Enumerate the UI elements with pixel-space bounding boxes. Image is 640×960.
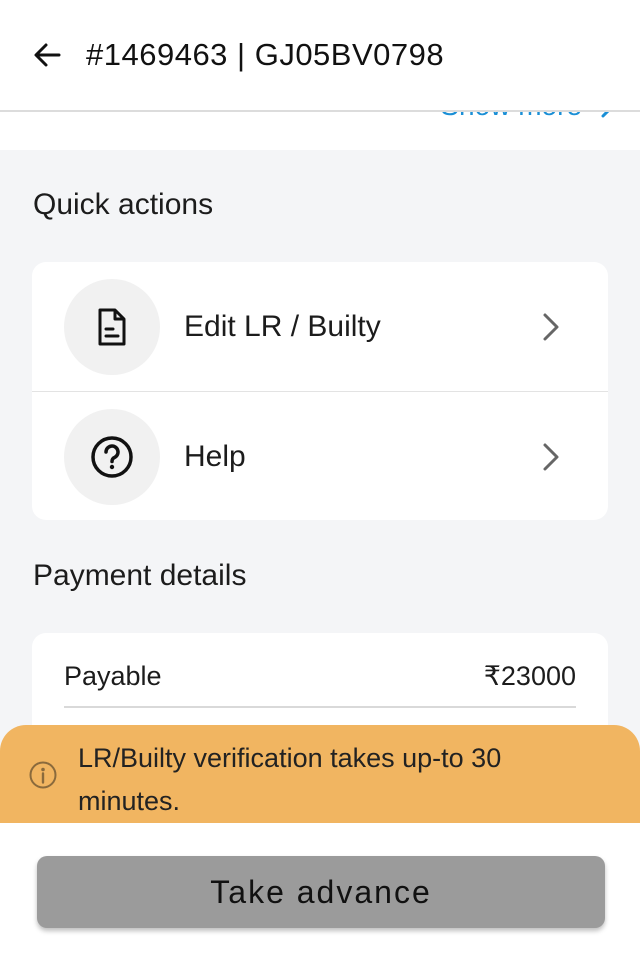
document-icon	[64, 278, 160, 375]
help-action[interactable]: Help	[32, 391, 608, 521]
divider	[64, 706, 576, 708]
show-more-label: Show more	[440, 112, 582, 122]
info-icon	[29, 761, 57, 789]
page-title: #1469463 | GJ05BV0798	[86, 37, 445, 72]
chevron-right-icon	[536, 442, 566, 472]
take-advance-button[interactable]: Take advance	[37, 856, 605, 928]
payable-amount: ₹23000	[483, 661, 576, 691]
quick-actions-title: Quick actions	[33, 188, 214, 221]
trip-details-card-bottom: Show more	[0, 112, 640, 150]
payable-row: Payable ₹23000	[64, 661, 576, 692]
chevron-right-icon	[536, 312, 566, 342]
edit-lr-builty-action[interactable]: Edit LR / Builty	[32, 262, 608, 391]
help-circle-icon	[64, 408, 160, 505]
payable-label: Payable	[64, 661, 162, 691]
show-more-link[interactable]: Show more	[440, 112, 616, 122]
notice-message: LR/Builty verification takes up-to 30 mi…	[78, 743, 502, 816]
bottom-action-bar: Take advance	[0, 823, 640, 960]
chevron-right-icon	[601, 112, 610, 118]
back-arrow-icon[interactable]	[32, 40, 62, 70]
edit-lr-builty-label: Edit LR / Builty	[184, 309, 381, 343]
app-header: #1469463 | GJ05BV0798	[0, 0, 640, 112]
help-label: Help	[184, 439, 246, 473]
quick-actions-card: Edit LR / Builty Help	[32, 262, 608, 520]
payment-details-title: Payment details	[33, 559, 247, 592]
verification-notice-banner: LR/Builty verification takes up-to 30 mi…	[0, 725, 640, 835]
